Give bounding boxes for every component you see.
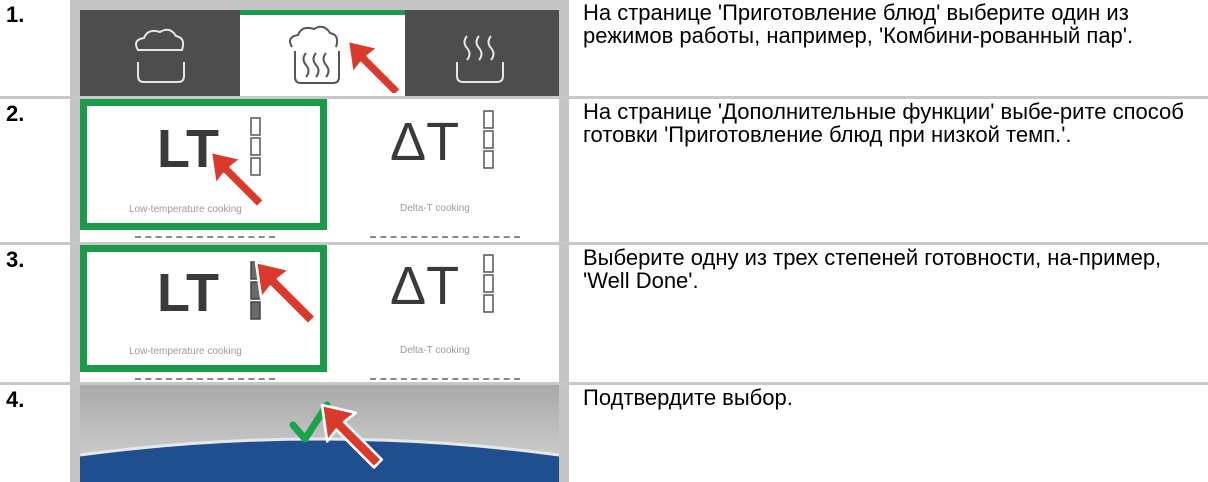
delta-t-cooking-option[interactable]: ΔT Delta-T cooking: [330, 99, 559, 230]
mode-tile-hot-air[interactable]: [80, 10, 240, 96]
step-3: 3. LT Low-temperature cooking ΔT Delta-T…: [0, 245, 1208, 382]
delta-t-option-label: Delta-T cooking: [400, 203, 470, 214]
step-instruction: На странице 'Дополнительные функции' выб…: [583, 99, 1184, 147]
doneness-levels-icon: [483, 110, 494, 169]
step-1-illustration: [70, 0, 569, 96]
step-2-illustration: LT Low-temperature cooking ΔT Delta-T co…: [70, 99, 569, 242]
doneness-panel: LT Low-temperature cooking ΔT Delta-T co…: [80, 245, 559, 382]
lt-cooking-option[interactable]: LT Low-temperature cooking: [80, 245, 327, 372]
step-4-illustration: [70, 385, 569, 482]
delta-t-option-label: Delta-T cooking: [400, 345, 470, 356]
pointer-arrow-icon: [254, 260, 318, 326]
step-instruction: Выберите одну из трех степеней готовност…: [583, 245, 1162, 293]
pointer-arrow-icon: [320, 403, 384, 469]
step-3-illustration: LT Low-temperature cooking ΔT Delta-T co…: [70, 245, 569, 382]
delta-t-glyph: ΔT: [390, 112, 460, 172]
steam-mode-icon: [456, 35, 504, 83]
lt-glyph: LT: [157, 263, 219, 323]
doneness-levels-icon: [483, 254, 494, 313]
step-number: 3.: [6, 247, 25, 272]
hot-air-mode-icon: [135, 28, 185, 83]
step-1: 1. На странице 'Приготовление блюд' выбе…: [0, 0, 1208, 96]
cooking-modes-panel: [80, 10, 559, 96]
delta-t-cooking-option[interactable]: ΔT Delta-T cooking: [330, 245, 559, 372]
pointer-arrow-icon: [346, 39, 403, 93]
delta-t-underline: [370, 236, 520, 238]
step-number: 1.: [6, 2, 25, 27]
delta-t-glyph: ΔT: [390, 256, 460, 316]
delta-t-underline: [370, 378, 520, 380]
lt-option-label: Low-temperature cooking: [129, 346, 242, 357]
step-instruction: На странице 'Приготовление блюд' выберит…: [583, 0, 1134, 48]
lt-cooking-option[interactable]: LT Low-temperature cooking: [80, 99, 327, 230]
step-2: 2. LT Low-temperature cooking ΔT Delta-T…: [0, 99, 1208, 242]
confirm-panel: [80, 385, 559, 482]
extra-functions-panel: LT Low-temperature cooking ΔT Delta-T co…: [80, 99, 559, 242]
step-4: 4. Подтвердите выбор.: [0, 385, 1208, 482]
mode-tile-combi-steam[interactable]: [240, 10, 405, 96]
lt-underline: [135, 236, 275, 238]
step-number: 2.: [6, 101, 25, 126]
step-instruction: Подтвердите выбор.: [583, 385, 793, 410]
lt-underline: [135, 378, 275, 380]
mode-tile-steam[interactable]: [405, 10, 559, 96]
pointer-arrow-icon: [209, 150, 266, 206]
step-number: 4.: [6, 387, 25, 412]
